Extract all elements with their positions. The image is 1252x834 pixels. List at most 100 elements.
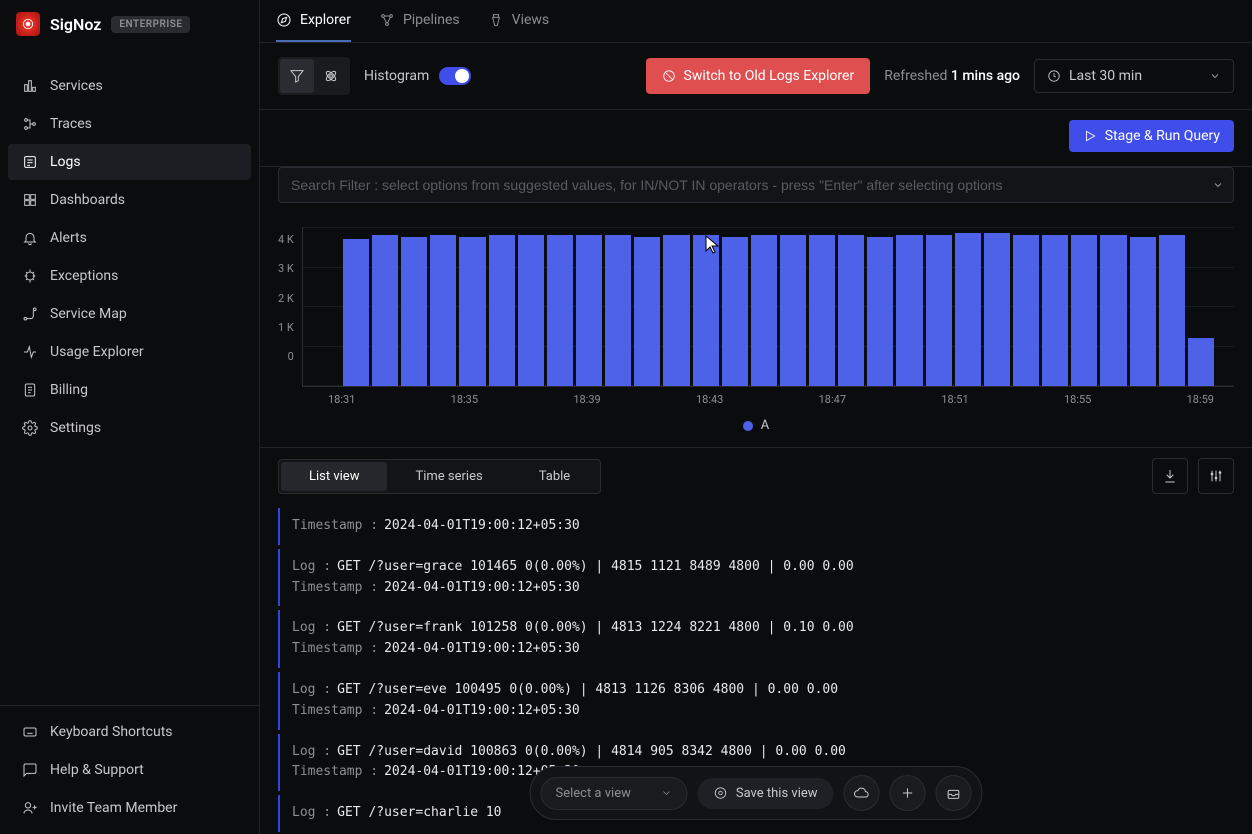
stage-run-query-button[interactable]: Stage & Run Query [1069, 120, 1234, 152]
sidebar-item-traces[interactable]: Traces [8, 106, 251, 142]
inbox-button[interactable] [936, 775, 972, 811]
sidebar-item-services[interactable]: Services [8, 68, 251, 104]
download-button[interactable] [1152, 458, 1188, 494]
histogram-bar[interactable] [547, 235, 573, 386]
filter-icon [289, 68, 305, 84]
view-select[interactable]: Select a view [540, 777, 687, 810]
log-entry[interactable]: Log :GET /?user=frank 101258 0(0.00%) | … [278, 610, 1234, 668]
histogram-bar[interactable] [518, 235, 544, 386]
histogram-bar[interactable] [1159, 235, 1185, 386]
view-tab-table[interactable]: Table [511, 462, 598, 491]
sidebar-item-settings[interactable]: Settings [8, 410, 251, 446]
histogram-bar[interactable] [634, 237, 660, 386]
timestamp-key: Timestamp : [292, 701, 378, 722]
histogram-bar[interactable] [838, 235, 864, 386]
sidebar-item-label: Service Map [50, 306, 127, 322]
query-mode-filter-button[interactable] [280, 59, 314, 93]
sidebar-item-billing[interactable]: Billing [8, 372, 251, 408]
tab-label: Explorer [300, 12, 351, 28]
histogram-bar[interactable] [343, 239, 369, 386]
view-row: List view Time series Table [260, 447, 1252, 504]
sidebar-item-label: Traces [50, 116, 92, 132]
histogram-bar[interactable] [693, 235, 719, 386]
download-icon [1162, 468, 1178, 484]
timestamp-key: Timestamp : [292, 639, 378, 660]
sliders-button[interactable] [1198, 458, 1234, 494]
bars [303, 227, 1234, 386]
brand: SigNoz ENTERPRISE [0, 0, 259, 48]
histogram-bar[interactable] [867, 237, 893, 386]
histogram-bar[interactable] [1042, 235, 1068, 386]
histogram-bar[interactable] [1130, 237, 1156, 386]
logs-icon [22, 154, 38, 170]
footer-invite-team[interactable]: Invite Team Member [8, 790, 251, 826]
query-mode-atom-button[interactable] [314, 59, 348, 93]
add-button[interactable] [890, 775, 926, 811]
log-entry[interactable]: Log :GET /?user=grace 101465 0(0.00%) | … [278, 549, 1234, 607]
histogram-bar[interactable] [1188, 338, 1214, 386]
tab-pipelines[interactable]: Pipelines [379, 0, 460, 42]
sidebar-item-alerts[interactable]: Alerts [8, 220, 251, 256]
histogram-bar[interactable] [401, 237, 427, 386]
bar-chart-icon [22, 78, 38, 94]
sidebar-item-exceptions[interactable]: Exceptions [8, 258, 251, 294]
sidebar-item-dashboards[interactable]: Dashboards [8, 182, 251, 218]
histogram-bar[interactable] [605, 235, 631, 386]
keyboard-icon [22, 724, 38, 740]
atom-icon [323, 68, 339, 84]
x-axis: 18:3118:3518:3918:4318:4718:5118:5518:59 [278, 387, 1234, 406]
time-range-picker[interactable]: Last 30 min [1034, 59, 1234, 93]
sidebar-item-label: Usage Explorer [50, 344, 144, 360]
histogram-bar[interactable] [576, 235, 602, 386]
timestamp-key: Timestamp : [292, 578, 378, 599]
bell-icon [22, 230, 38, 246]
histogram-bar[interactable] [372, 235, 398, 386]
tab-explorer[interactable]: Explorer [276, 0, 351, 42]
log-entry[interactable]: Log :GET /?user=eve 100495 0(0.00%) | 48… [278, 672, 1234, 730]
search-filter-input[interactable] [278, 167, 1234, 203]
histogram-bar[interactable] [926, 235, 952, 386]
log-value: GET /?user=david 100863 0(0.00%) | 4814 … [337, 742, 846, 763]
footer-keyboard-shortcuts[interactable]: Keyboard Shortcuts [8, 714, 251, 750]
switch-old-explorer-button[interactable]: Switch to Old Logs Explorer [646, 58, 871, 94]
histogram-bar[interactable] [955, 233, 981, 386]
histogram-bar[interactable] [1100, 235, 1126, 386]
histogram-bar[interactable] [430, 235, 456, 386]
footer-help-support[interactable]: Help & Support [8, 752, 251, 788]
histogram-bar[interactable] [663, 235, 689, 386]
histogram-bar[interactable] [984, 233, 1010, 386]
log-value: GET /?user=frank 101258 0(0.00%) | 4813 … [337, 618, 854, 639]
histogram-bar[interactable] [809, 235, 835, 386]
histogram-toggle[interactable] [439, 67, 471, 85]
log-entry[interactable]: Timestamp :2024-04-01T19:00:12+05:30 [278, 508, 1234, 545]
tab-views[interactable]: Views [488, 0, 550, 42]
view-tab-list[interactable]: List view [281, 462, 387, 491]
sliders-icon [1208, 468, 1224, 484]
time-range-label: Last 30 min [1069, 68, 1142, 84]
sidebar-item-service-map[interactable]: Service Map [8, 296, 251, 332]
user-plus-icon [22, 800, 38, 816]
histogram-bar[interactable] [751, 235, 777, 386]
tab-label: Pipelines [403, 12, 460, 28]
histogram-bar[interactable] [896, 235, 922, 386]
sidebar: SigNoz ENTERPRISE Services Traces Logs D… [0, 0, 260, 834]
histogram-bar[interactable] [722, 237, 748, 386]
refreshed-status: Refreshed 1 mins ago [884, 68, 1020, 84]
timestamp-value: 2024-04-01T19:00:12+05:30 [384, 701, 580, 722]
cloud-button[interactable] [844, 775, 880, 811]
save-view-button[interactable]: Save this view [698, 778, 834, 809]
chart-plot[interactable] [302, 227, 1234, 387]
log-value: GET /?user=grace 101465 0(0.00%) | 4815 … [337, 557, 854, 578]
sidebar-item-label: Billing [50, 382, 88, 398]
histogram-bar[interactable] [489, 235, 515, 386]
histogram-bar[interactable] [1071, 235, 1097, 386]
histogram-bar[interactable] [780, 235, 806, 386]
sidebar-item-usage-explorer[interactable]: Usage Explorer [8, 334, 251, 370]
view-tab-time-series[interactable]: Time series [387, 462, 510, 491]
histogram-bar[interactable] [459, 237, 485, 386]
plus-icon [900, 785, 916, 801]
log-key: Log : [292, 680, 331, 701]
histogram-bar[interactable] [1013, 235, 1039, 386]
sidebar-item-logs[interactable]: Logs [8, 144, 251, 180]
search-row [260, 167, 1252, 217]
